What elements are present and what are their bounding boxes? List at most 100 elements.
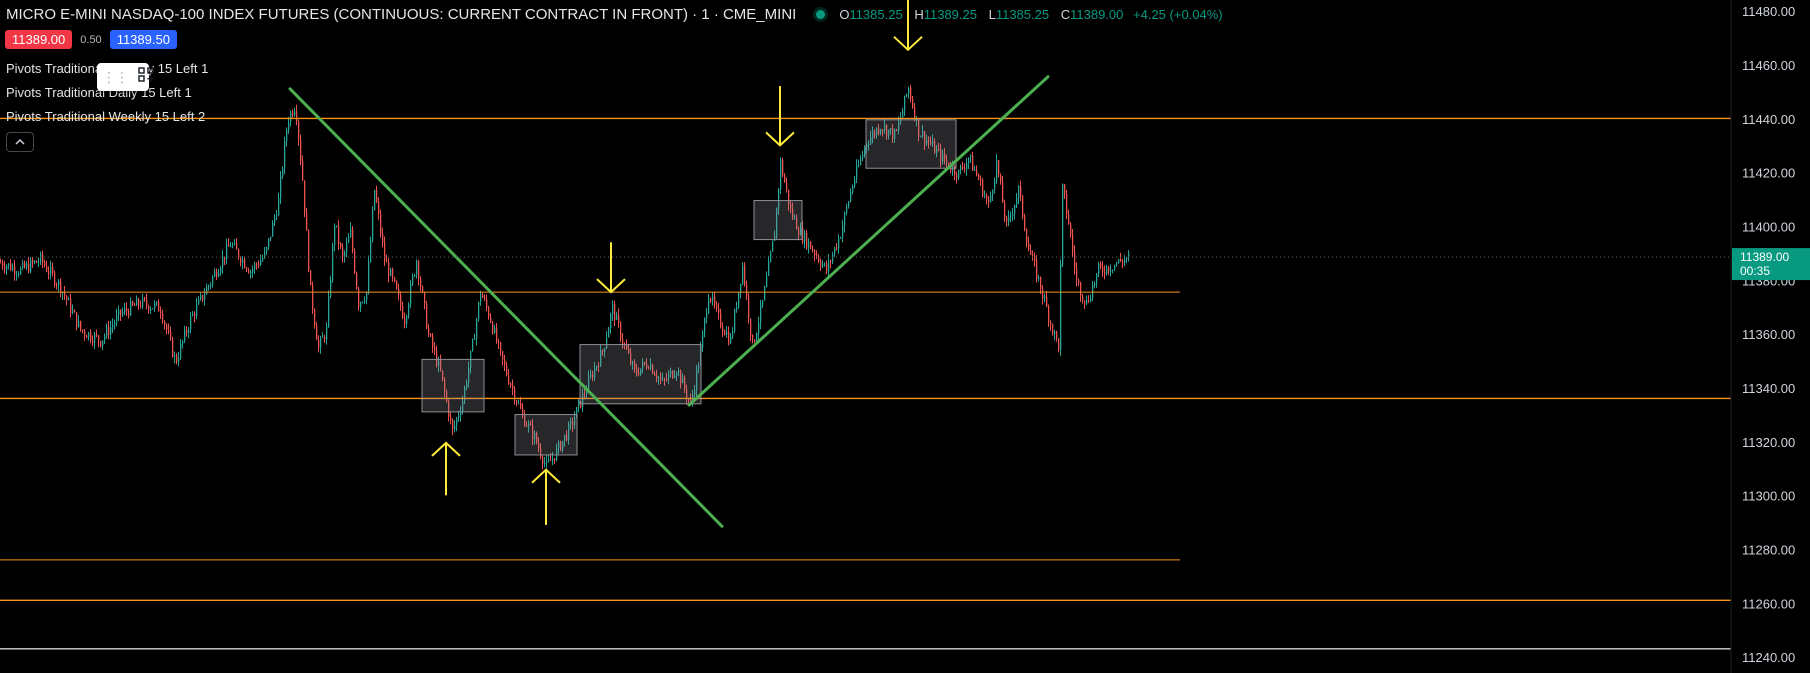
- candle: [720, 308, 722, 329]
- pivot-lines-layer: [0, 117, 1731, 650]
- candle-body: [208, 285, 210, 288]
- buy-button[interactable]: 11389.50: [109, 30, 177, 49]
- candle-body: [48, 271, 50, 274]
- candle: [64, 285, 66, 300]
- candle: [750, 318, 752, 342]
- candle: [90, 329, 92, 344]
- candle: [1072, 229, 1074, 258]
- candle: [970, 154, 972, 164]
- candle: [2, 259, 4, 271]
- candle-body: [256, 263, 258, 265]
- candle: [222, 249, 224, 274]
- candle-body: [242, 259, 244, 264]
- candle: [1104, 265, 1106, 280]
- candle-body: [92, 340, 94, 343]
- candle-body: [906, 94, 908, 96]
- candle-body: [272, 222, 274, 237]
- candle-body: [156, 301, 158, 304]
- sell-button[interactable]: 11389.00: [5, 30, 73, 49]
- candle: [424, 291, 426, 310]
- candle: [50, 260, 52, 280]
- candle-body: [424, 292, 426, 304]
- candle-body: [746, 284, 748, 296]
- candle: [216, 268, 218, 280]
- drag-handle-icon[interactable]: ⋮⋮: [102, 69, 129, 86]
- price-axis-tick: 11420.00: [1742, 166, 1795, 181]
- candle-body: [1006, 217, 1008, 222]
- candle-body: [350, 228, 352, 238]
- candle-body: [770, 251, 772, 262]
- legend-item-weekly-pivots[interactable]: Pivots Traditional Weekly 15 Left 2: [6, 109, 205, 124]
- object-tree-icon[interactable]: [137, 66, 157, 89]
- candle: [262, 254, 264, 262]
- candle: [228, 238, 230, 247]
- candle: [704, 317, 706, 338]
- candle-body: [396, 281, 398, 290]
- candle: [326, 322, 328, 345]
- trend-line[interactable]: [288, 87, 724, 528]
- candle-body: [404, 317, 406, 324]
- candle-body: [94, 334, 96, 343]
- candle-body: [1058, 338, 1060, 351]
- candle-body: [270, 236, 272, 239]
- candle: [166, 323, 168, 335]
- candle-body: [306, 212, 308, 231]
- candle-body: [904, 95, 906, 111]
- arrow-annotation[interactable]: [431, 441, 461, 496]
- candle: [410, 280, 412, 308]
- consolidation-box[interactable]: [865, 119, 957, 169]
- candle-body: [124, 308, 126, 312]
- candle-body: [218, 272, 220, 277]
- consolidation-box[interactable]: [753, 200, 803, 241]
- candle: [1126, 256, 1128, 264]
- symbol-title[interactable]: MICRO E-MINI NASDAQ-100 INDEX FUTURES (C…: [6, 6, 796, 23]
- candle: [966, 157, 968, 176]
- candle-body: [616, 314, 618, 321]
- candle: [910, 84, 912, 103]
- market-status-icon[interactable]: [816, 9, 826, 19]
- arrow-annotation[interactable]: [765, 86, 795, 147]
- candle-body: [958, 169, 960, 178]
- candle: [60, 278, 62, 298]
- candle-body: [732, 331, 734, 337]
- candle: [256, 262, 258, 270]
- candle: [100, 340, 102, 348]
- consolidation-box[interactable]: [579, 344, 702, 405]
- candle-body: [184, 330, 186, 341]
- price-axis-tick: 11340.00: [1742, 381, 1795, 396]
- floating-toolbar[interactable]: ⋮⋮: [97, 63, 154, 91]
- candle: [238, 248, 240, 261]
- consolidation-box[interactable]: [514, 414, 578, 456]
- candle: [98, 334, 100, 348]
- high-value: 11389.25: [923, 6, 977, 22]
- candle-body: [74, 310, 76, 313]
- arrow-annotation[interactable]: [531, 468, 561, 525]
- candle: [722, 322, 724, 337]
- arrow-annotation[interactable]: [596, 242, 626, 294]
- candle: [32, 257, 34, 268]
- candle-body: [1008, 216, 1010, 222]
- candle: [554, 458, 556, 465]
- candle: [202, 294, 204, 303]
- candle-body: [608, 328, 610, 338]
- candle-body: [984, 195, 986, 197]
- candle: [6, 264, 8, 276]
- candle-body: [296, 111, 298, 122]
- candle: [136, 295, 138, 306]
- candle-body: [60, 280, 62, 294]
- candle-body: [104, 335, 106, 341]
- candle: [28, 257, 30, 274]
- candle: [904, 95, 906, 116]
- candle: [110, 320, 112, 340]
- price-axis[interactable]: 11240.00 11260.00 11280.00 11300.00 11320.00…: [1742, 4, 1795, 665]
- candle: [406, 314, 408, 329]
- candle: [1060, 259, 1062, 356]
- candle: [234, 238, 236, 246]
- collapse-legend-button[interactable]: [6, 132, 34, 152]
- consolidation-box[interactable]: [421, 358, 485, 413]
- price-chart[interactable]: 11240.00 11260.00 11280.00 11300.00 11320.00…: [0, 0, 1810, 673]
- candle-body: [908, 87, 910, 95]
- candle: [730, 332, 732, 345]
- candle: [200, 292, 202, 301]
- candle-body: [412, 275, 414, 284]
